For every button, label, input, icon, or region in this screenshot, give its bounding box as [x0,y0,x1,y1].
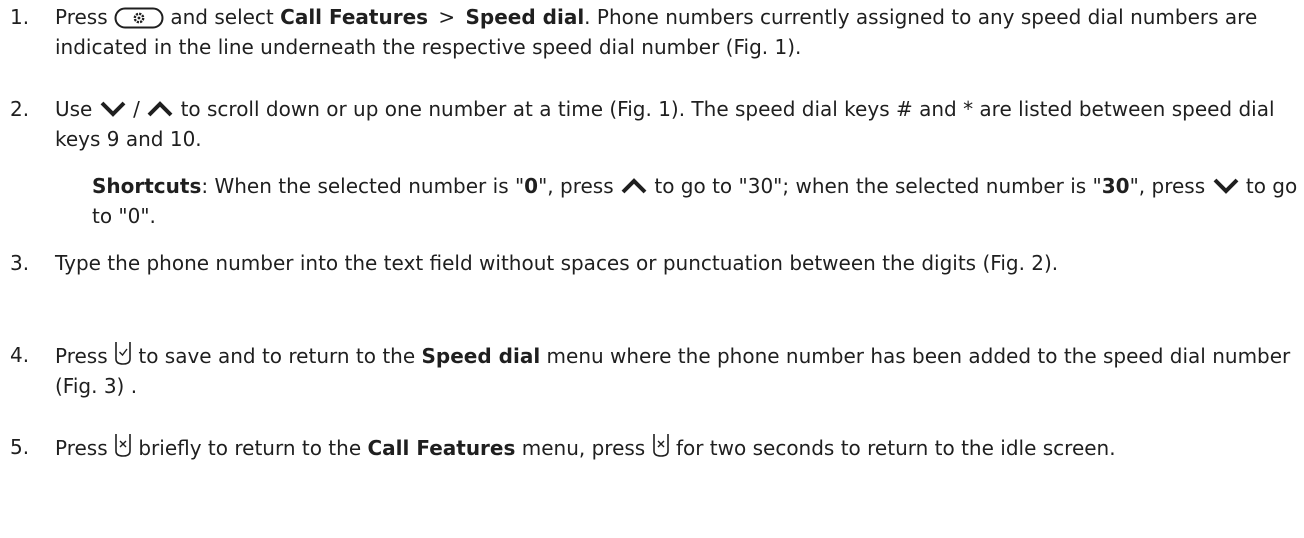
menu-key-icon [114,7,164,29]
step-text: Type the phone number into the text fiel… [55,251,1059,275]
step-text: Press and select Call Features > Speed d… [55,5,1258,59]
step-number: 3. [10,251,30,275]
chevron-up-icon [147,101,173,117]
note-label: Shortcuts [92,174,202,198]
step-text: Press to save and to return to the Speed… [55,340,1300,401]
step-number: 1. [10,5,30,29]
document: 1. Press and select Call Features > Spee… [0,0,1304,538]
step-text: Press briefly to return to the Call Feat… [55,432,1300,463]
menu-name: Call Features [280,5,429,29]
menu-name: Call Features [367,436,516,460]
step-number: 5. [10,435,30,459]
cancel-softkey-icon [652,434,669,457]
cancel-softkey-icon [115,434,131,457]
shortcuts-note: Shortcuts: When the selected number is "… [92,174,1298,228]
menu-name: Speed dial [421,344,541,368]
chevron-up-icon [621,178,647,194]
chevron-down-icon [1213,178,1238,194]
menu-name: Speed dial [465,5,585,29]
chevron-down-icon [100,101,126,117]
step-number: 4. [10,343,30,367]
step-text: Use / to scroll down or up one number at… [55,97,1275,151]
step-number: 2. [10,97,30,121]
ok-softkey-icon [115,342,131,365]
